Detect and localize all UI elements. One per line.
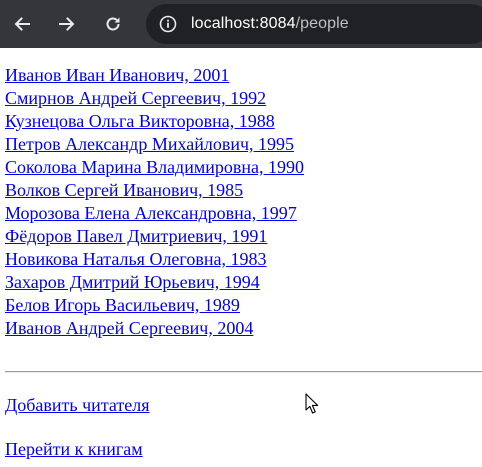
go-to-books-link[interactable]: Перейти к книгам	[5, 438, 143, 461]
list-item: Новикова Наталья Олеговна, 1983	[5, 248, 304, 271]
person-link[interactable]: Волков Сергей Иванович, 1985	[5, 180, 243, 200]
person-link[interactable]: Смирнов Андрей Сергеевич, 1992	[5, 88, 266, 108]
url-text[interactable]: localhost:8084/people	[191, 15, 349, 33]
url-path: /people	[295, 15, 349, 32]
person-link[interactable]: Петров Александр Михайлович, 1995	[5, 134, 294, 154]
person-link[interactable]: Захаров Дмитрий Юрьевич, 1994	[5, 272, 260, 292]
list-item: Иванов Иван Иванович, 2001	[5, 64, 304, 87]
person-link[interactable]: Кузнецова Ольга Викторовна, 1988	[5, 111, 275, 131]
person-link[interactable]: Морозова Елена Александровна, 1997	[5, 203, 297, 223]
list-item: Захаров Дмитрий Юрьевич, 1994	[5, 271, 304, 294]
people-list: Иванов Иван Иванович, 2001 Смирнов Андре…	[5, 64, 304, 340]
divider	[5, 371, 482, 373]
browser-toolbar: localhost:8084/people	[0, 0, 482, 48]
person-link[interactable]: Фёдоров Павел Дмитриевич, 1991	[5, 226, 267, 246]
list-item: Иванов Андрей Сергеевич, 2004	[5, 317, 304, 340]
forward-button[interactable]	[51, 8, 83, 40]
person-link[interactable]: Иванов Иван Иванович, 2001	[5, 65, 229, 85]
list-item: Кузнецова Ольга Викторовна, 1988	[5, 110, 304, 133]
person-link[interactable]: Соколова Марина Владимировна, 1990	[5, 157, 304, 177]
arrow-right-icon	[59, 17, 75, 31]
back-button[interactable]	[6, 8, 38, 40]
list-item: Волков Сергей Иванович, 1985	[5, 179, 304, 202]
reload-button[interactable]	[97, 8, 129, 40]
reload-icon	[106, 17, 120, 31]
arrow-left-icon	[14, 17, 30, 31]
page-content: Иванов Иван Иванович, 2001 Смирнов Андре…	[0, 48, 482, 467]
list-item: Смирнов Андрей Сергеевич, 1992	[5, 87, 304, 110]
site-info-button[interactable]	[156, 12, 180, 36]
info-circle-icon	[159, 15, 177, 33]
person-link[interactable]: Иванов Андрей Сергеевич, 2004	[5, 318, 253, 338]
list-item: Соколова Марина Владимировна, 1990	[5, 156, 304, 179]
list-item: Белов Игорь Васильевич, 1989	[5, 294, 304, 317]
person-link[interactable]: Новикова Наталья Олеговна, 1983	[5, 249, 266, 269]
list-item: Морозова Елена Александровна, 1997	[5, 202, 304, 225]
person-link[interactable]: Белов Игорь Васильевич, 1989	[5, 295, 240, 315]
mouse-pointer-icon	[305, 393, 319, 414]
add-reader-link[interactable]: Добавить читателя	[5, 394, 150, 417]
list-item: Петров Александр Михайлович, 1995	[5, 133, 304, 156]
list-item: Фёдоров Павел Дмитриевич, 1991	[5, 225, 304, 248]
address-bar[interactable]: localhost:8084/people	[146, 4, 482, 44]
url-host: localhost:8084	[191, 15, 296, 32]
